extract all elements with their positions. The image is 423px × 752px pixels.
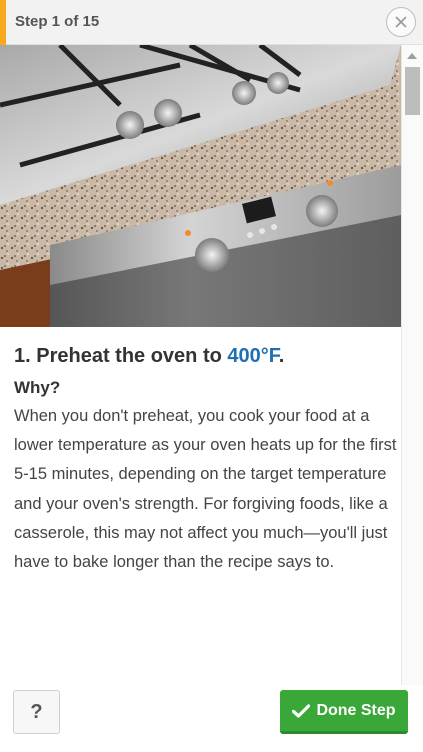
oven-illustration <box>0 45 401 327</box>
close-icon <box>395 16 407 28</box>
step-body: When you don't preheat, you cook your fo… <box>14 407 397 572</box>
checkmark-icon <box>292 703 311 718</box>
close-button[interactable] <box>386 7 416 37</box>
step-title-text: 1. Preheat the oven to <box>14 345 228 367</box>
why-label: Why? <box>14 378 61 397</box>
step-image <box>0 45 401 327</box>
scroll-thumb[interactable] <box>405 67 420 115</box>
temperature-highlight: 400°F <box>227 345 279 367</box>
scrollbar[interactable] <box>401 45 423 685</box>
scroll-up-icon[interactable] <box>407 53 417 59</box>
step-title-suffix: . <box>278 345 285 367</box>
done-step-label: Done Step <box>316 701 396 719</box>
accent-bar <box>0 0 6 45</box>
step-counter: Step 1 of 15 <box>15 13 100 30</box>
step-content: 1. Preheat the oven to 400°F. Why? When … <box>14 342 399 577</box>
footer-fade <box>0 640 401 685</box>
step-title: 1. Preheat the oven to 400°F. <box>14 342 399 370</box>
help-button[interactable]: ? <box>13 690 60 734</box>
done-step-button[interactable]: Done Step <box>280 690 408 734</box>
step-header: Step 1 of 15 <box>0 0 423 45</box>
